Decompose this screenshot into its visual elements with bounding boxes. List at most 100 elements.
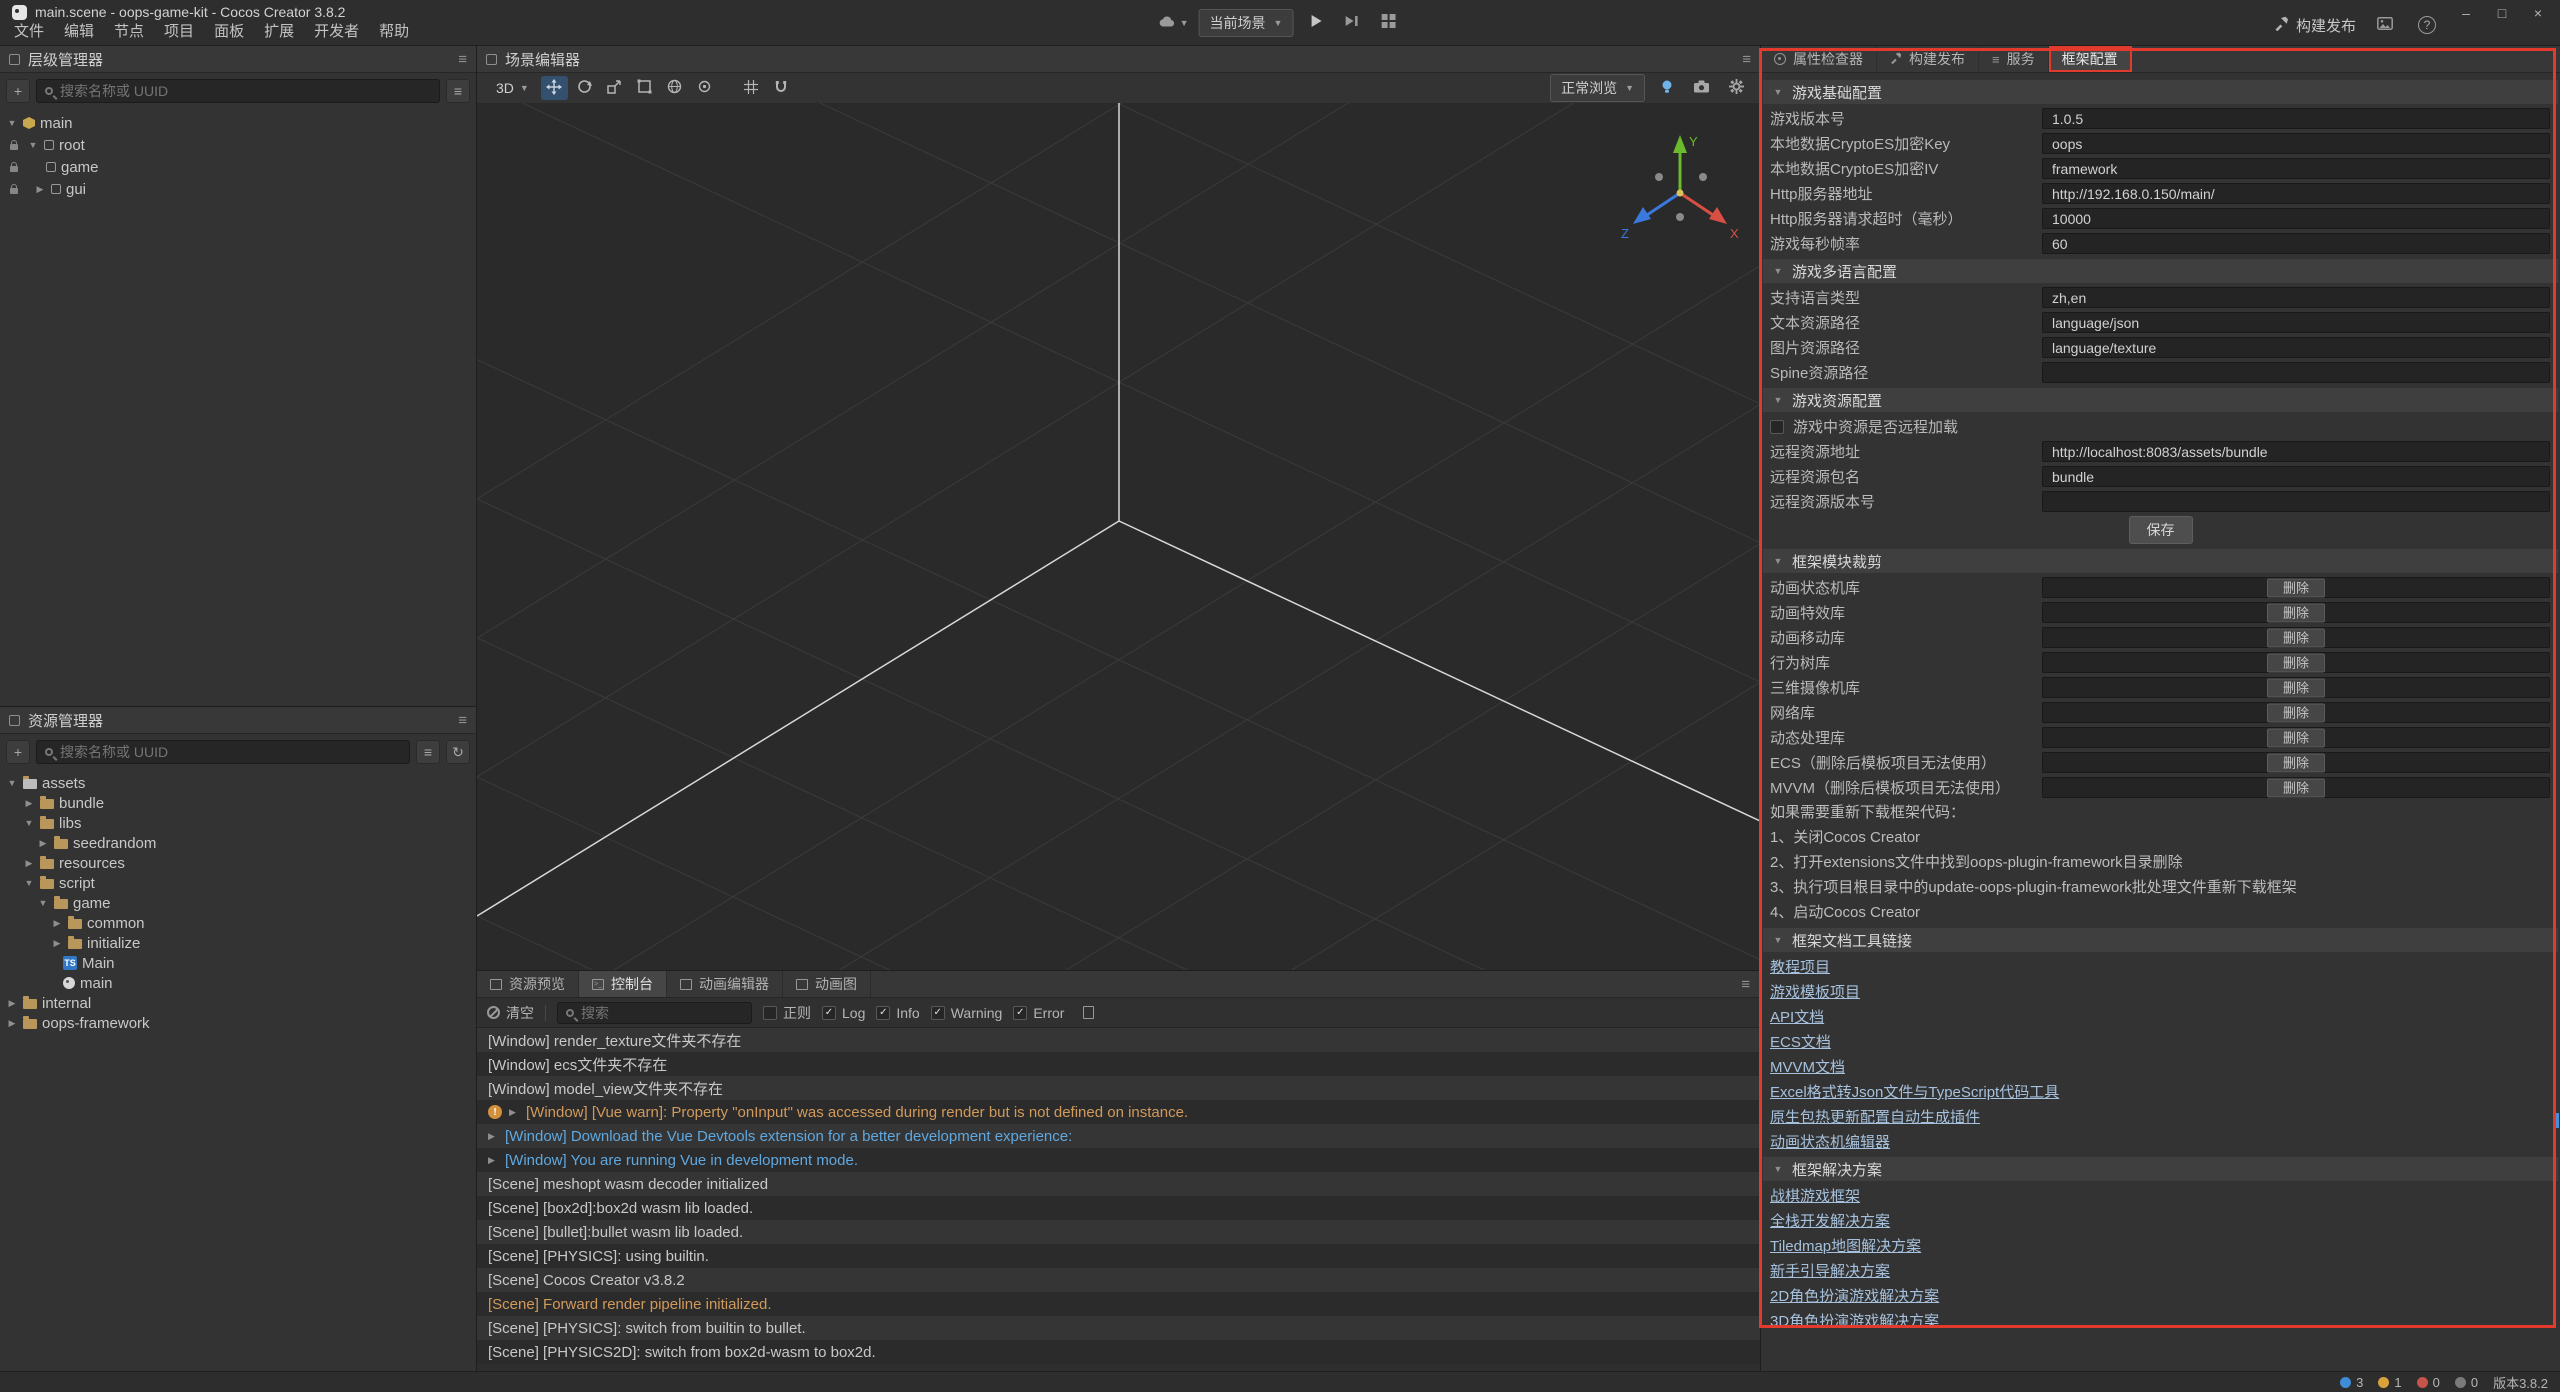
delete-module-button[interactable]: 删除 — [2267, 578, 2325, 597]
solution-link-guide[interactable]: 新手引导解决方案 — [1770, 1260, 1890, 1281]
assets-filter-button[interactable]: ≡ — [416, 740, 440, 764]
tab-animation-graph[interactable]: 动画图 — [783, 971, 871, 997]
remote-bundle-field[interactable]: bundle — [2042, 466, 2550, 487]
asset-row-oops-framework[interactable]: ▶ oops-framework — [0, 1013, 476, 1033]
step-button[interactable] — [1339, 10, 1365, 36]
tab-service[interactable]: ≡ 服务 — [1979, 46, 2049, 72]
delete-module-button[interactable]: 删除 — [2267, 678, 2325, 697]
orientation-gizmo[interactable]: Y X Z — [1615, 125, 1745, 259]
menu-panel[interactable]: 面板 — [204, 17, 254, 44]
asset-row-internal[interactable]: ▶ internal — [0, 993, 476, 1013]
http-timeout-field[interactable]: 10000 — [2042, 208, 2550, 229]
delete-module-button[interactable]: 删除 — [2267, 728, 2325, 747]
log-row[interactable]: [Scene] [PHYSICS]: switch from builtin t… — [477, 1316, 1760, 1340]
status-error-count[interactable]: 0 — [2417, 1375, 2440, 1390]
view-mode-select[interactable]: 正常浏览 ▼ — [1550, 74, 1645, 102]
expand-icon[interactable]: ▶ — [51, 938, 63, 949]
screenshot-button[interactable] — [2372, 12, 2398, 38]
log-row[interactable]: [Window] model_view文件夹不存在 — [477, 1076, 1760, 1100]
collapse-icon[interactable]: ▼ — [6, 778, 18, 788]
solution-link-fullstack[interactable]: 全栈开发解决方案 — [1770, 1210, 1890, 1231]
log-row[interactable]: [Scene] [bullet]:bullet wasm lib loaded. — [477, 1220, 1760, 1244]
section-doc-links[interactable]: ▼ 框架文档工具链接 — [1763, 928, 2558, 952]
rotate-tool-button[interactable] — [571, 76, 598, 100]
lock-toggle[interactable] — [6, 141, 22, 150]
delete-module-button[interactable]: 删除 — [2267, 603, 2325, 622]
scene-settings-button[interactable] — [1723, 76, 1750, 100]
add-asset-button[interactable]: + — [6, 740, 30, 764]
filter-info-checkbox[interactable]: ✓ Info — [876, 1005, 919, 1021]
log-row-info[interactable]: ▶ [Window] Download the Vue Devtools ext… — [477, 1124, 1760, 1148]
asset-row-script[interactable]: ▼ script — [0, 873, 476, 893]
asset-row-main-scene[interactable]: main — [0, 973, 476, 993]
asset-row-main-ts[interactable]: TS Main — [0, 953, 476, 973]
doc-link-api[interactable]: API文档 — [1770, 1006, 1824, 1027]
text-resource-path-field[interactable]: language/json — [2042, 312, 2550, 333]
asset-row-common[interactable]: ▶ common — [0, 913, 476, 933]
section-solutions[interactable]: ▼ 框架解决方案 — [1763, 1157, 2558, 1181]
expand-icon[interactable]: ▶ — [23, 798, 35, 809]
asset-row-assets[interactable]: ▼ assets — [0, 773, 476, 793]
expand-icon[interactable]: ▶ — [488, 1131, 498, 1142]
status-misc-count[interactable]: 0 — [2455, 1375, 2478, 1390]
tab-build-publish[interactable]: 构建发布 — [1877, 46, 1979, 72]
maximize-button[interactable]: □ — [2484, 1, 2520, 25]
console-search-input[interactable]: 搜索 — [557, 1002, 752, 1024]
filter-error-checkbox[interactable]: ✓ Error — [1013, 1005, 1064, 1021]
tab-animation-editor[interactable]: 动画编辑器 — [667, 971, 783, 997]
layout-grid-button[interactable] — [1375, 10, 1401, 36]
hierarchy-filter-button[interactable]: ≡ — [446, 79, 470, 103]
log-row[interactable]: [Window] ecs文件夹不存在 — [477, 1052, 1760, 1076]
http-server-field[interactable]: http://192.168.0.150/main/ — [2042, 183, 2550, 204]
delete-module-button[interactable]: 删除 — [2267, 628, 2325, 647]
menu-node[interactable]: 节点 — [104, 17, 154, 44]
log-row-warning[interactable]: ! ▶ [Window] [Vue warn]: Property "onInp… — [477, 1100, 1760, 1124]
expand-icon[interactable]: ▶ — [509, 1107, 519, 1118]
scene-viewport[interactable]: Y X Z — [477, 103, 1760, 970]
expand-icon[interactable]: ▶ — [6, 1018, 18, 1029]
crypto-key-field[interactable]: oops — [2042, 133, 2550, 154]
language-types-field[interactable]: zh,en — [2042, 287, 2550, 308]
scene-light-button[interactable] — [1653, 76, 1680, 100]
menu-file[interactable]: 文件 — [4, 17, 54, 44]
log-row[interactable]: [Scene] [PHYSICS]: using builtin. — [477, 1244, 1760, 1268]
expand-icon[interactable]: ▶ — [23, 858, 35, 869]
pivot-tool-button[interactable] — [691, 76, 718, 100]
menu-extension[interactable]: 扩展 — [254, 17, 304, 44]
panel-menu-icon[interactable]: ≡ — [1742, 51, 1751, 68]
delete-module-button[interactable]: 删除 — [2267, 778, 2325, 797]
section-resource-config[interactable]: ▼ 游戏资源配置 — [1763, 388, 2558, 412]
log-row[interactable]: [Window] render_texture文件夹不存在 — [477, 1028, 1760, 1052]
build-publish-button[interactable]: 构建发布 — [2274, 15, 2356, 36]
menu-developer[interactable]: 开发者 — [304, 17, 369, 44]
panel-menu-icon[interactable]: ≡ — [458, 712, 467, 729]
projection-mode-button[interactable]: 3D ▼ — [487, 78, 538, 98]
remote-load-checkbox[interactable]: 游戏中资源是否远程加载 — [1761, 414, 2560, 439]
log-row[interactable]: [Scene] Cocos Creator v3.8.2 — [477, 1268, 1760, 1292]
move-tool-button[interactable] — [541, 76, 568, 100]
log-row[interactable]: [Scene] [box2d]:box2d wasm lib loaded. — [477, 1196, 1760, 1220]
expand-icon[interactable]: ▶ — [51, 918, 63, 929]
filter-warning-checkbox[interactable]: ✓ Warning — [931, 1005, 1003, 1021]
add-node-button[interactable]: + — [6, 79, 30, 103]
close-button[interactable]: × — [2520, 1, 2556, 25]
panel-menu-icon[interactable]: ≡ — [1741, 976, 1750, 993]
menu-help[interactable]: 帮助 — [369, 17, 419, 44]
section-language-config[interactable]: ▼ 游戏多语言配置 — [1763, 259, 2558, 283]
expand-icon[interactable]: ▶ — [37, 838, 49, 849]
log-row-info[interactable]: ▶ [Window] You are running Vue in develo… — [477, 1148, 1760, 1172]
collapse-icon[interactable]: ▼ — [6, 118, 18, 128]
tab-framework-config[interactable]: 框架配置 — [2049, 46, 2132, 72]
hierarchy-search-input[interactable]: 搜索名称或 UUID — [36, 79, 440, 103]
gizmo-settings-button[interactable] — [768, 76, 795, 100]
doc-link-tutorial[interactable]: 教程项目 — [1770, 956, 1830, 977]
image-resource-path-field[interactable]: language/texture — [2042, 337, 2550, 358]
clear-console-button[interactable]: 清空 — [487, 1003, 534, 1023]
snap-tool-button[interactable] — [738, 76, 765, 100]
expand-icon[interactable]: ▶ — [34, 184, 46, 195]
filter-log-checkbox[interactable]: ✓ Log — [822, 1005, 865, 1021]
hierarchy-node-gui[interactable]: ▶ gui — [0, 178, 476, 200]
remote-version-field[interactable] — [2042, 491, 2550, 512]
scale-tool-button[interactable] — [601, 76, 628, 100]
regex-checkbox[interactable]: 正则 — [763, 1003, 811, 1023]
